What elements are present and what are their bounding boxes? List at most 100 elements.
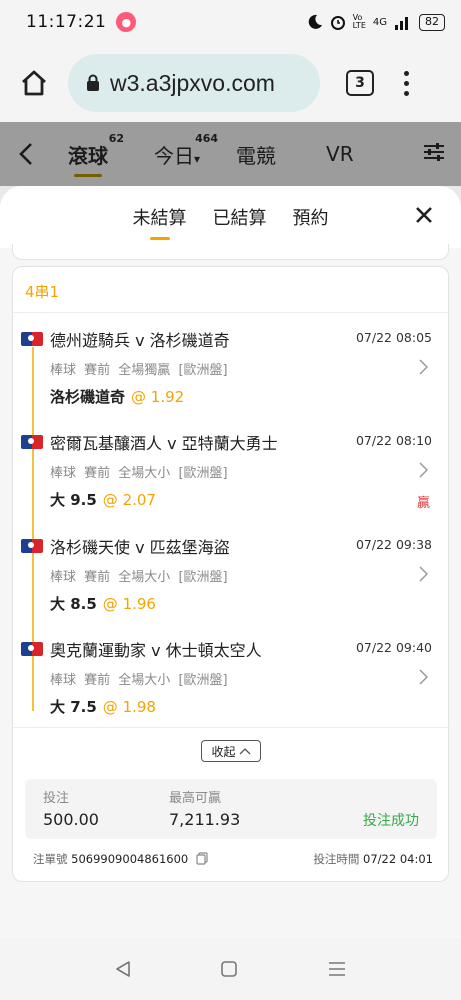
leg-meta: 棒球 賽前 全場大小 [歐洲盤] bbox=[50, 566, 228, 585]
bet-summary: 投注 500.00 最高可贏 7,211.93 投注成功 bbox=[25, 779, 437, 839]
leg-pick: 大 9.5 @ 2.07 bbox=[50, 489, 156, 510]
battery-level: 82 bbox=[419, 13, 445, 31]
leg-odds: @ 1.92 bbox=[131, 388, 185, 406]
leg-odds: @ 1.98 bbox=[102, 698, 156, 716]
leg-selection: 大 9.5 bbox=[50, 491, 97, 509]
volte-icon: Vo LTE bbox=[352, 13, 366, 30]
filter-button[interactable] bbox=[423, 142, 445, 167]
bet-records-sheet: 未結算 已結算 預約 4串1 德州遊騎兵 v 洛杉磯道奇 07/22 08:05… bbox=[0, 186, 461, 938]
home-button[interactable] bbox=[14, 63, 54, 103]
sheet-header: 未結算 已結算 預約 bbox=[0, 186, 461, 248]
collapse-label: 收起 bbox=[211, 744, 236, 759]
leg-market: 全場大小 bbox=[118, 673, 171, 688]
close-button[interactable] bbox=[415, 206, 433, 228]
nav-tab-count: 62 bbox=[108, 131, 124, 145]
nav-tab-esports[interactable]: 電競 bbox=[236, 140, 276, 169]
leg-match: 德州遊騎兵 v 洛杉磯道奇 bbox=[50, 331, 230, 350]
nav-tab-label: VR bbox=[326, 142, 354, 166]
leg-sport: 棒球 賽前 bbox=[50, 673, 111, 688]
url-text: w3.a3jpxvo.com bbox=[110, 69, 275, 96]
back-button[interactable] bbox=[0, 142, 52, 166]
leg-date: 07/22 09:38 bbox=[355, 537, 432, 552]
chevron-right-icon[interactable] bbox=[419, 462, 428, 478]
copy-icon[interactable] bbox=[196, 852, 208, 865]
mlb-logo-icon bbox=[21, 435, 43, 449]
mlb-logo-icon bbox=[21, 539, 43, 553]
ticket-no-value: 5069909004861600 bbox=[71, 852, 189, 866]
leg-odds-type: [歐洲盤] bbox=[178, 466, 228, 481]
mlb-logo-icon bbox=[21, 332, 43, 346]
leg-odds: @ 1.96 bbox=[102, 595, 156, 613]
leg-odds-type: [歐洲盤] bbox=[178, 673, 228, 688]
tab-unsettled[interactable]: 未結算 bbox=[133, 204, 187, 230]
lock-icon bbox=[87, 74, 99, 91]
stake-label: 投注 bbox=[43, 791, 70, 806]
signal-icon bbox=[395, 17, 408, 30]
nav-tab-live[interactable]: 滾球 62 bbox=[68, 132, 124, 177]
leg-odds-type: [歐洲盤] bbox=[178, 363, 228, 378]
leg-odds: @ 2.07 bbox=[102, 491, 156, 509]
nav-tab-today[interactable]: 今日▾ 464 bbox=[154, 132, 218, 169]
bet-status: 投注成功 bbox=[363, 813, 419, 829]
status-time: 11:17:21 bbox=[26, 12, 107, 32]
leg-selection: 洛杉磯道奇 bbox=[50, 388, 126, 406]
sliders-icon bbox=[424, 142, 444, 161]
leg-result: 贏 bbox=[416, 496, 430, 511]
bet-leg[interactable]: 密爾瓦基釀酒人 v 亞特蘭大勇士 07/22 08:10 棒球 賽前 全場大小 … bbox=[13, 416, 450, 520]
chevron-right-icon[interactable] bbox=[419, 566, 428, 582]
moon-icon bbox=[308, 14, 322, 29]
ticket-number: 注單號 5069909004861600 bbox=[33, 851, 208, 867]
leg-meta: 棒球 賽前 全場大小 [歐洲盤] bbox=[50, 669, 228, 688]
max-win-label: 最高可贏 bbox=[169, 791, 222, 806]
leg-pick: 大 7.5 @ 1.98 bbox=[50, 696, 156, 717]
panda-app-icon: ● bbox=[116, 12, 137, 32]
collapse-row: 收起 bbox=[13, 727, 450, 762]
ticket-no-label: 注單號 bbox=[33, 852, 68, 866]
bet-type-label: 4串1 bbox=[13, 267, 448, 313]
leg-sport: 棒球 賽前 bbox=[50, 466, 111, 481]
chevron-right-icon[interactable] bbox=[419, 359, 428, 375]
leg-odds-type: [歐洲盤] bbox=[178, 570, 228, 585]
close-icon bbox=[416, 207, 432, 223]
bet-leg[interactable]: 洛杉磯天使 v 匹茲堡海盜 07/22 09:38 棒球 賽前 全場大小 [歐洲… bbox=[13, 520, 450, 624]
browser-toolbar: w3.a3jpxvo.com 3 bbox=[0, 44, 461, 122]
leg-date: 07/22 08:10 bbox=[355, 433, 432, 448]
alarm-icon bbox=[330, 16, 345, 30]
max-win-value: 7,211.93 bbox=[169, 810, 241, 829]
tab-settled[interactable]: 已結算 bbox=[213, 204, 267, 230]
bet-leg[interactable]: 奧克蘭運動家 v 休士頓太空人 07/22 09:40 棒球 賽前 全場大小 [… bbox=[13, 623, 450, 727]
chevron-left-icon bbox=[19, 143, 32, 165]
mlb-logo-icon bbox=[21, 642, 43, 656]
back-triangle-icon[interactable] bbox=[114, 960, 132, 978]
status-icons: Vo LTE 4G 82 bbox=[307, 13, 445, 31]
leg-market: 全場大小 bbox=[118, 466, 171, 481]
nav-tab-vr[interactable]: VR bbox=[326, 142, 354, 166]
leg-date: 07/22 09:40 bbox=[355, 640, 432, 655]
leg-match: 洛杉磯天使 v 匹茲堡海盜 bbox=[50, 538, 230, 557]
tab-switcher-button[interactable]: 3 bbox=[346, 70, 374, 96]
nav-tab-label: 今日 bbox=[154, 143, 194, 168]
nav-tab-label: 滾球 bbox=[68, 143, 108, 168]
leg-date: 07/22 08:05 bbox=[355, 330, 432, 345]
dot-icon bbox=[404, 80, 409, 86]
address-bar[interactable]: w3.a3jpxvo.com bbox=[68, 54, 320, 112]
home-square-icon[interactable] bbox=[220, 960, 238, 978]
ticket-footer: 注單號 5069909004861600 投注時間 07/22 04:01 bbox=[33, 851, 433, 867]
leg-market: 全場獨贏 bbox=[118, 363, 171, 378]
leg-market: 全場大小 bbox=[118, 570, 171, 585]
leg-match: 密爾瓦基釀酒人 v 亞特蘭大勇士 bbox=[50, 434, 278, 453]
collapse-button[interactable]: 收起 bbox=[201, 740, 261, 762]
tab-reserved[interactable]: 預約 bbox=[293, 204, 329, 230]
bet-time: 投注時間 07/22 04:01 bbox=[313, 851, 433, 867]
system-nav-bar bbox=[0, 938, 461, 1000]
leg-pick: 大 8.5 @ 1.96 bbox=[50, 593, 156, 614]
bet-leg[interactable]: 德州遊騎兵 v 洛杉磯道奇 07/22 08:05 棒球 賽前 全場獨贏 [歐洲… bbox=[13, 313, 450, 417]
chevron-right-icon[interactable] bbox=[419, 669, 428, 685]
chevron-up-icon bbox=[239, 748, 250, 755]
recents-menu-icon[interactable] bbox=[327, 960, 347, 978]
leg-sport: 棒球 賽前 bbox=[50, 363, 111, 378]
bet-time-label: 投注時間 bbox=[313, 852, 360, 866]
overflow-menu-button[interactable] bbox=[404, 70, 409, 96]
leg-match: 奧克蘭運動家 v 休士頓太空人 bbox=[50, 641, 262, 660]
bet-time-value: 07/22 04:01 bbox=[363, 852, 433, 866]
